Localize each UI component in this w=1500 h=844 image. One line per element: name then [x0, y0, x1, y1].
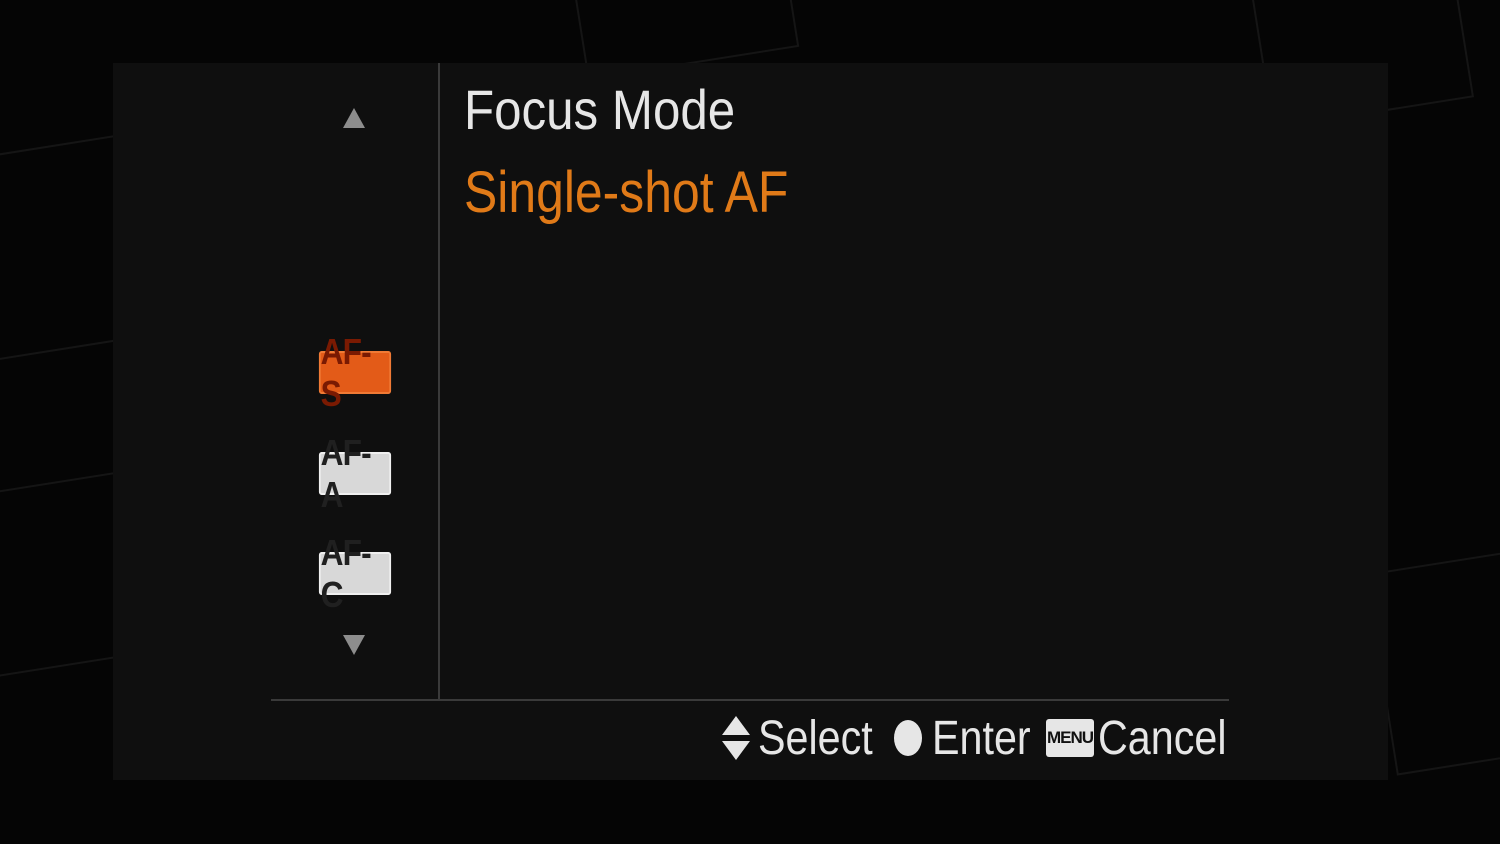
up-down-arrows-icon [722, 716, 750, 760]
horizontal-divider [271, 699, 1229, 701]
option-af-s[interactable]: AF-S [318, 331, 392, 414]
circle-button-icon [894, 720, 922, 756]
select-hint: Select [758, 711, 873, 765]
vertical-divider [438, 63, 440, 700]
selected-option-name: Single-shot AF [464, 160, 789, 225]
option-af-a[interactable]: AF-A [318, 432, 392, 515]
cancel-hint: Cancel [1098, 711, 1227, 765]
option-label: AF-C [320, 531, 372, 615]
menu-title: Focus Mode [464, 78, 736, 141]
menu-key-label: MENU [1046, 728, 1094, 747]
scroll-down-icon[interactable] [343, 635, 365, 655]
menu-key-icon: MENU [1046, 719, 1094, 757]
focus-mode-menu-panel: AF-S AF-A AF-C Focus Mode Single-shot AF… [113, 63, 1388, 780]
camera-screen-background: AF-S AF-A AF-C Focus Mode Single-shot AF… [0, 0, 1500, 844]
button-guide-bar: Select Enter MENU Cancel [722, 710, 1247, 766]
scroll-up-icon[interactable] [343, 108, 365, 128]
option-af-c[interactable]: AF-C [318, 532, 392, 615]
option-label: AF-A [320, 431, 372, 515]
option-label: AF-S [320, 330, 372, 414]
enter-hint: Enter [932, 711, 1031, 765]
